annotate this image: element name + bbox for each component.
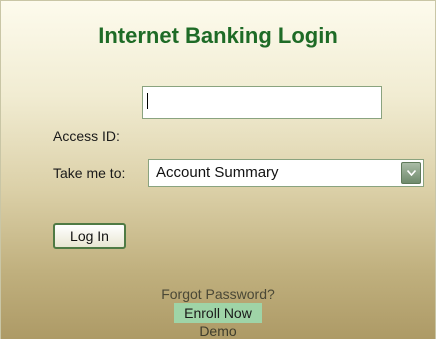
access-id-label: Access ID: bbox=[53, 128, 120, 144]
enroll-now-link[interactable]: Enroll Now bbox=[174, 303, 262, 323]
demo-link[interactable]: Demo bbox=[1, 323, 435, 339]
text-caret bbox=[147, 93, 148, 109]
access-id-input[interactable] bbox=[142, 86, 382, 119]
take-me-to-select[interactable]: Account Summary bbox=[148, 159, 424, 187]
page-title: Internet Banking Login bbox=[98, 23, 338, 48]
take-me-to-selected-value: Account Summary bbox=[156, 164, 279, 181]
login-panel: Internet Banking Login Access ID: Take m… bbox=[0, 0, 436, 339]
forgot-password-link[interactable]: Forgot Password? bbox=[1, 286, 435, 302]
chevron-down-icon[interactable] bbox=[401, 162, 421, 184]
enroll-container: Enroll Now bbox=[1, 303, 435, 323]
take-me-to-label: Take me to: bbox=[53, 165, 126, 181]
login-button[interactable]: Log In bbox=[53, 223, 126, 249]
